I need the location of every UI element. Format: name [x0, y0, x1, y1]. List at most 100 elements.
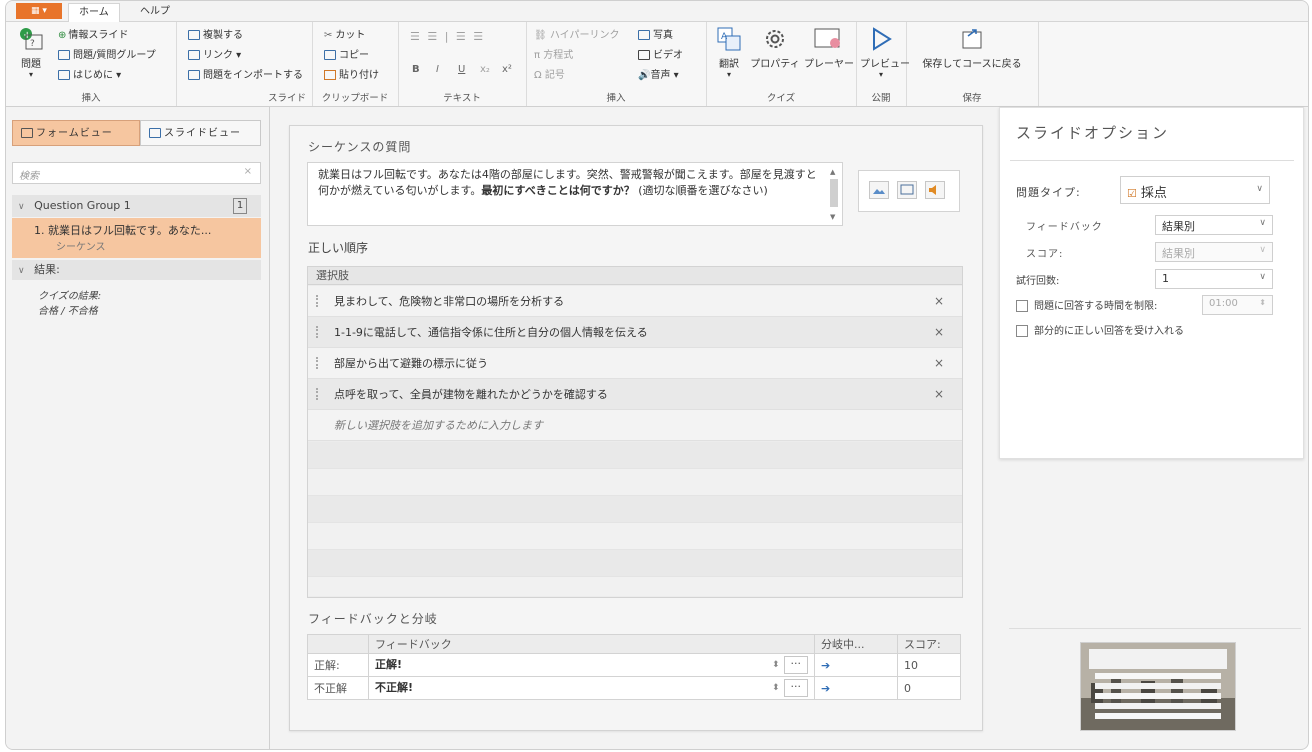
time-limit-checkbox[interactable]: 問題に回答する時間を制限: — [1016, 297, 1157, 312]
arrow-right-icon[interactable]: ➔ — [821, 682, 830, 695]
arrow-right-icon[interactable]: ➔ — [821, 659, 830, 672]
checkbox[interactable] — [1016, 325, 1028, 337]
question-group-button[interactable]: 問題/質問グループ — [58, 46, 156, 61]
superscript-button[interactable]: x² — [502, 64, 512, 75]
fb-feedback-cell[interactable]: 不正解! ⬍ ··· — [368, 676, 815, 700]
properties-button[interactable]: プロパティ — [750, 26, 800, 70]
slide-thumbnail[interactable] — [1080, 642, 1236, 731]
delete-icon[interactable]: × — [934, 348, 944, 379]
paste-button[interactable]: 貼り付け — [324, 66, 379, 81]
subscript-button[interactable]: x₂ — [480, 64, 490, 75]
slide-list-panel: フォームビュー スライドビュー 検索 × ∨ Question Group 1 1… — [6, 107, 270, 749]
empty-row — [308, 523, 962, 550]
drag-handle-icon[interactable] — [316, 295, 321, 307]
drag-handle-icon[interactable] — [316, 326, 321, 338]
app-menu-button[interactable]: ▦ ▾ — [16, 3, 62, 19]
search-input[interactable]: 検索 × — [12, 162, 261, 184]
fb-branch-cell[interactable]: ➔ — [814, 676, 898, 700]
question-text-editor[interactable]: 就業日はフル回転です。あなたは4階の部屋にします。突然、警戒警報が聞こえます。部… — [307, 162, 843, 226]
ribbon-group-save: 保存してコースに戻る 保存 — [906, 22, 1039, 106]
bold-button[interactable]: B — [412, 64, 420, 75]
fb-score-cell[interactable]: 10 — [897, 653, 961, 677]
copy-icon — [324, 50, 336, 60]
fb-branch-cell[interactable]: ➔ — [814, 653, 898, 677]
ribbon-group-label-slide: スライド — [267, 93, 306, 104]
video-button[interactable]: ビデオ — [638, 46, 683, 61]
italic-button[interactable]: I — [436, 64, 439, 75]
tab-help[interactable]: ヘルプ — [130, 3, 180, 21]
ribbon-group-text: ☰ ☰ | ☰ ☰ B I U x₂ x² テキスト — [398, 22, 527, 106]
question-group-row[interactable]: ∨ Question Group 1 1 — [12, 195, 261, 217]
svg-text:?: ? — [30, 39, 35, 49]
drag-handle-icon[interactable] — [316, 357, 321, 369]
checkbox[interactable] — [1016, 300, 1028, 312]
tab-bar: ▦ ▾ ホーム ヘルプ — [6, 1, 1308, 22]
import-questions-button[interactable]: 問題をインポートする — [188, 66, 303, 81]
slide-view-icon — [149, 128, 161, 138]
copy-button[interactable]: コピー — [324, 46, 369, 61]
ribbon-group-label-clipboard: クリップボード — [321, 93, 389, 104]
equation-button[interactable]: π 方程式 — [534, 46, 573, 61]
slide-options-panel: スライドオプション 問題タイプ: ☑ 採点 ∨ フィードバック 結果別 ∨ スコア: … — [999, 107, 1304, 459]
results-header-row[interactable]: ∨ 結果: — [12, 260, 261, 280]
choice-row[interactable]: 点呼を取って、全員が建物を離れたかどうかを確認する × — [308, 379, 962, 410]
symbol-button[interactable]: Ω 記号 — [534, 66, 565, 81]
attempts-label: 試行回数: — [1016, 276, 1060, 287]
link-button[interactable]: リンク ▾ — [188, 46, 241, 61]
underline-button[interactable]: U — [458, 64, 465, 75]
feedback-table: フィードバック 分岐中... スコア: 正解: 正解! ⬍ ··· ➔ 10 不正… — [307, 634, 961, 700]
slide-view-button[interactable]: スライドビュー — [140, 120, 261, 146]
delete-icon[interactable]: × — [934, 286, 944, 317]
choice-row[interactable]: 見まわして、危険物と非常口の場所を分析する × — [308, 286, 962, 317]
insert-audio-button[interactable] — [925, 181, 945, 199]
clear-icon[interactable]: × — [244, 166, 252, 177]
duplicate-button[interactable]: 複製する — [188, 26, 243, 41]
link-icon — [188, 50, 200, 60]
question-button[interactable]: +? 問題 ▾ — [16, 26, 46, 79]
save-return-icon — [962, 29, 982, 49]
spinner-icon[interactable]: ⬍ — [772, 683, 780, 693]
preview-button[interactable]: プレビュー ▾ — [860, 26, 910, 79]
intro-button[interactable]: はじめに ▾ — [58, 66, 121, 81]
choice-row[interactable]: 部屋から出て避難の標示に従う × — [308, 348, 962, 379]
save-and-return-button[interactable]: 保存してコースに戻る — [914, 26, 1030, 70]
cut-button[interactable]: ✂ カット — [324, 26, 365, 42]
player-button[interactable]: プレーヤー — [804, 26, 854, 70]
partial-answers-checkbox[interactable]: 部分的に正しい回答を受け入れる — [1016, 322, 1184, 337]
drag-handle-icon[interactable] — [316, 388, 321, 400]
spinner-icon[interactable]: ⬍ — [772, 660, 780, 670]
more-button[interactable]: ··· — [783, 679, 808, 697]
add-choice-input[interactable]: 新しい選択肢を追加するために入力します — [308, 410, 962, 441]
question-editor: シーケンスの質問 就業日はフル回転です。あなたは4階の部屋にします。突然、警戒警… — [289, 125, 983, 731]
choice-row[interactable]: 1-1-9に電話して、通信指令係に住所と自分の個人情報を伝える × — [308, 317, 962, 348]
slide-item-selected[interactable]: 1. 就業日はフル回転です。あなた... シーケンス — [12, 218, 261, 258]
photo-button[interactable]: 写真 — [638, 26, 673, 41]
fb-feedback-cell[interactable]: 正解! ⬍ ··· — [368, 653, 815, 677]
graded-icon: ☑ — [1127, 187, 1137, 200]
results-item[interactable]: クイズの結果: 合格 / 不合格 — [12, 287, 261, 317]
form-view-button[interactable]: フォームビュー — [12, 120, 140, 146]
delete-icon[interactable]: × — [934, 317, 944, 348]
list-format-icons[interactable]: ☰ ☰ | ☰ ☰ — [410, 30, 485, 43]
duplicate-icon — [188, 30, 200, 40]
audio-button[interactable]: 🔊音声 ▾ — [638, 66, 679, 81]
tab-home[interactable]: ホーム — [68, 3, 120, 22]
ribbon-group-insert-media: ⛓ ハイパーリンク π 方程式 Ω 記号 写真 ビデオ 🔊音声 ▾ 挿入 — [526, 22, 707, 106]
feedback-select[interactable]: 結果別 ∨ — [1155, 215, 1273, 235]
fb-row-label: 正解: — [307, 653, 369, 677]
empty-row — [308, 577, 962, 596]
insert-video-button[interactable] — [897, 181, 917, 199]
question-scrollbar[interactable]: ▲▼ — [829, 167, 839, 221]
group-count-badge: 1 — [233, 198, 247, 214]
hyperlink-button[interactable]: ⛓ ハイパーリンク — [534, 26, 619, 41]
more-button[interactable]: ··· — [783, 656, 808, 674]
attempts-select[interactable]: 1 ∨ — [1155, 269, 1273, 289]
fb-col-score: スコア: — [897, 634, 961, 654]
info-slide-button[interactable]: ⊕ 情報スライド — [58, 26, 128, 42]
ribbon-group-slide: 複製する リンク ▾ 問題をインポートする スライド — [176, 22, 313, 106]
delete-icon[interactable]: × — [934, 379, 944, 410]
question-type-select[interactable]: ☑ 採点 ∨ — [1120, 176, 1270, 204]
translate-button[interactable]: A 翻訳 ▾ — [712, 26, 746, 79]
fb-score-cell[interactable]: 0 — [897, 676, 961, 700]
insert-image-button[interactable] — [869, 181, 889, 199]
